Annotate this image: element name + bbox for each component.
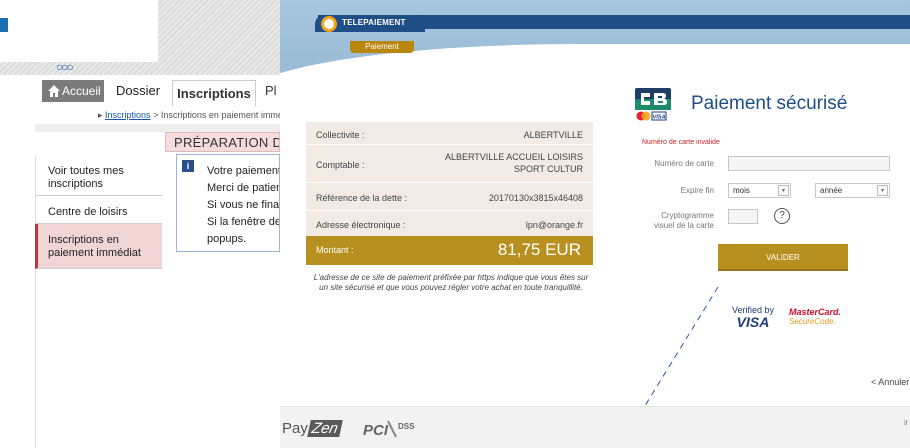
- breadcrumb-separator: >: [153, 110, 159, 120]
- breadcrumb-current: Inscriptions en paiement immé: [160, 110, 280, 120]
- info-icon: i: [182, 160, 194, 172]
- info-line-1: Votre paiement: [207, 165, 280, 177]
- portal-logo-area: [0, 0, 158, 62]
- dashed-annotation-line: [618, 286, 719, 448]
- olympic-rings-icon: ○○○: [56, 60, 74, 74]
- verified-by-visa-logo: Verified by VISA: [732, 306, 774, 330]
- nav-item-paiement-immediat[interactable]: Inscriptions en paiement immédiat: [35, 224, 162, 269]
- breadcrumb: ▸ Inscriptions > Inscriptions en paiemen…: [35, 106, 280, 124]
- vbv-line-2: VISA: [736, 314, 770, 330]
- payzen-logo-part-2: Zen: [307, 420, 343, 437]
- tab-dossier[interactable]: Dossier: [111, 80, 165, 102]
- nav-item-centre-loisirs[interactable]: Centre de loisirs: [35, 196, 162, 224]
- info-line-5: popups.: [207, 233, 247, 245]
- payzen-logo: Pay Zen: [282, 420, 343, 437]
- left-nav: Voir toutes mes inscriptions Centre de l…: [35, 155, 162, 269]
- payment-window: TELEPAIEMENT Paiement Collectivite : ALB…: [280, 0, 910, 448]
- portal-logo-mark: [0, 18, 8, 32]
- tab-inscriptions[interactable]: Inscriptions: [172, 80, 256, 107]
- pci-text: PCI: [363, 422, 389, 439]
- info-line-2: Merci de patient: [207, 182, 280, 194]
- cancel-link[interactable]: < Annuler: [871, 377, 909, 387]
- footer-edge-text: ir: [904, 418, 909, 427]
- info-line-3: Si vous ne finali: [207, 199, 280, 211]
- info-box: i Votre paiement Merci de patient Si vou…: [176, 154, 280, 252]
- info-line-4: Si la fenêtre de: [207, 216, 280, 228]
- payzen-logo-part-1: Pay: [282, 420, 308, 437]
- breadcrumb-divider: [35, 124, 280, 132]
- mc-line-1: MasterCard.: [789, 307, 842, 317]
- tab-accueil[interactable]: Accueil: [42, 80, 104, 102]
- mastercard-securecode-logo: MasterCard. SecureCode.: [789, 307, 842, 327]
- tab-planning[interactable]: Pl: [265, 80, 277, 102]
- breadcrumb-arrow-icon: ▸: [98, 110, 106, 120]
- mc-line-2: SecureCode.: [789, 317, 836, 326]
- nav-item-all-inscriptions[interactable]: Voir toutes mes inscriptions: [35, 155, 162, 196]
- home-icon: [48, 85, 60, 97]
- breadcrumb-link-inscriptions[interactable]: Inscriptions: [105, 110, 151, 120]
- dss-text: DSS: [398, 422, 415, 431]
- section-title: PRÉPARATION DU: [165, 132, 280, 152]
- tab-accueil-label: Accueil: [62, 84, 101, 98]
- pci-dss-logo: PCI DSS: [363, 420, 415, 439]
